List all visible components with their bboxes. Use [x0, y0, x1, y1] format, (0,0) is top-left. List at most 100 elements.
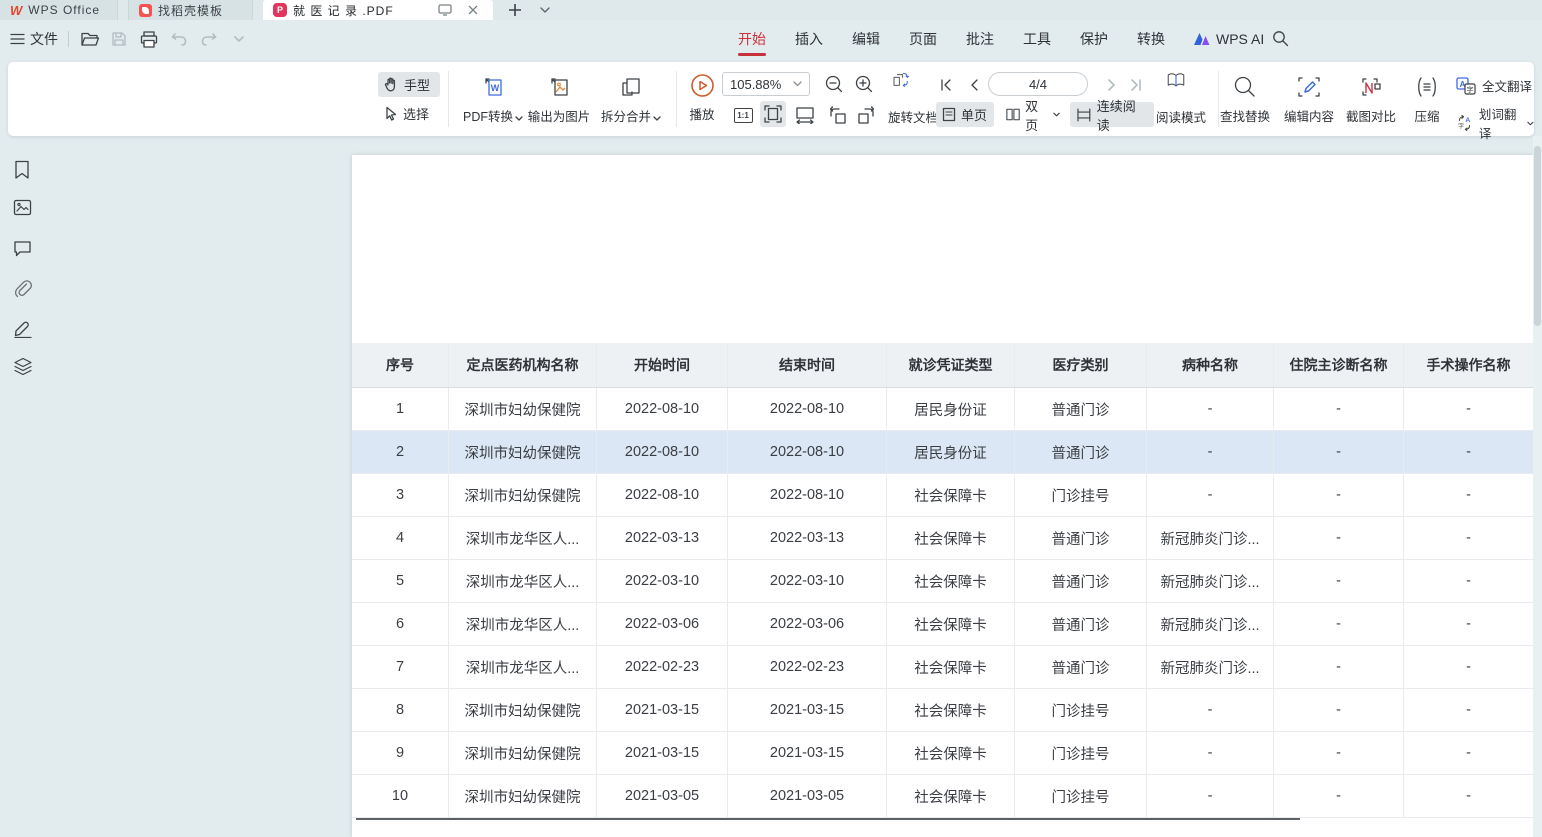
table-header-cell: 手术操作名称: [1404, 343, 1533, 387]
table-cell: 2021-03-05: [597, 775, 728, 817]
wps-ai-label: WPS AI: [1216, 31, 1264, 47]
rotate-document-icon[interactable]: [890, 70, 910, 90]
single-page-button[interactable]: 单页: [936, 102, 994, 127]
menu-item-comment[interactable]: 批注: [966, 20, 994, 58]
table-cell: 2022-08-10: [728, 431, 887, 473]
svg-text:字: 字: [1467, 85, 1474, 94]
split-merge-icon: [592, 74, 670, 100]
table-cell: -: [1274, 732, 1404, 774]
full-translate-button[interactable]: A 字 全文翻译: [1456, 76, 1532, 95]
rotate-right-icon[interactable]: [854, 102, 880, 128]
new-tab-button[interactable]: [505, 0, 525, 20]
vertical-scrollbar[interactable]: [1533, 136, 1542, 837]
double-page-button[interactable]: 双页: [1000, 102, 1066, 127]
chevron-down-icon: [793, 81, 802, 87]
tab-medical-record-pdf[interactable]: P 就 医 记 录 .PDF: [263, 0, 493, 20]
table-cell: -: [1147, 474, 1274, 516]
comment-icon[interactable]: [13, 240, 33, 260]
menu-items: 开始插入编辑页面批注工具保护转换: [738, 20, 1165, 58]
table-cell: -: [1274, 646, 1404, 688]
menu-item-page[interactable]: 页面: [909, 20, 937, 58]
tab-docer-templates[interactable]: 找稻壳模板: [128, 0, 253, 20]
zoom-level-select[interactable]: 105.88%: [722, 72, 810, 96]
table-cell: 2021-03-15: [597, 689, 728, 731]
table-cell: -: [1274, 431, 1404, 473]
tab-wps-office[interactable]: W WPS Office: [0, 0, 118, 20]
page-indicator-input[interactable]: 4/4: [988, 72, 1088, 96]
next-page-icon[interactable]: [1102, 75, 1122, 95]
continuous-read-button[interactable]: 连续阅读: [1070, 102, 1154, 127]
table-cell: 2022-02-23: [597, 646, 728, 688]
table-cell: -: [1404, 646, 1533, 688]
split-merge-button[interactable]: 拆分合并: [592, 74, 670, 125]
table-cell: 2022-08-10: [597, 388, 728, 430]
table-row: 9深圳市妇幼保健院2021-03-152021-03-15社会保障卡门诊挂号--…: [352, 732, 1533, 775]
menu-item-home[interactable]: 开始: [738, 20, 766, 58]
close-tab-icon[interactable]: [463, 0, 483, 20]
zoom-in-icon[interactable]: [854, 74, 874, 94]
redo-icon[interactable]: [199, 29, 219, 49]
tab-list-dropdown-icon[interactable]: [535, 0, 555, 20]
table-cell: 深圳市龙华区人...: [449, 560, 597, 602]
fit-page-icon: [764, 105, 782, 123]
table-cell: -: [1404, 603, 1533, 645]
menu-search-icon[interactable]: [1270, 28, 1290, 48]
previous-page-icon[interactable]: [964, 75, 984, 95]
table-cell: -: [1147, 732, 1274, 774]
fit-page-button[interactable]: [760, 101, 786, 127]
divider: [448, 71, 449, 127]
open-file-icon[interactable]: [79, 29, 99, 49]
thumbnails-icon[interactable]: [13, 199, 33, 219]
pdf-file-icon: P: [273, 3, 287, 17]
table-cell: 社会保障卡: [887, 517, 1015, 559]
bookmark-icon[interactable]: [13, 160, 33, 180]
table-cell: -: [1404, 517, 1533, 559]
compress-button[interactable]: 压缩: [1402, 74, 1452, 125]
edit-content-button[interactable]: 编辑内容: [1278, 74, 1340, 125]
last-page-icon[interactable]: [1126, 75, 1146, 95]
rotate-left-icon[interactable]: [824, 102, 850, 128]
screenshot-compare-button[interactable]: 截图对比: [1340, 74, 1402, 125]
signature-icon[interactable]: [13, 318, 33, 338]
file-menu-label: 文件: [30, 29, 58, 49]
fit-width-button[interactable]: [792, 102, 818, 128]
table-cell: -: [1274, 775, 1404, 817]
table-cell: 6: [352, 603, 449, 645]
print-icon[interactable]: [139, 29, 159, 49]
page-indicator-value: 4/4: [1029, 77, 1047, 92]
full-translate-label: 全文翻译: [1482, 76, 1532, 95]
file-menu-button[interactable]: 文件: [10, 29, 58, 49]
zoom-out-icon[interactable]: [824, 74, 844, 94]
save-icon[interactable]: [109, 29, 129, 49]
table-cell: 普通门诊: [1015, 646, 1147, 688]
pdf-page[interactable]: 序号定点医药机构名称开始时间结束时间就诊凭证类型医疗类别病种名称住院主诊断名称手…: [352, 155, 1533, 837]
undo-icon[interactable]: [169, 29, 189, 49]
undo-redo-dropdown-icon[interactable]: [229, 29, 249, 49]
actual-size-button[interactable]: 1:1: [730, 102, 756, 128]
first-page-icon[interactable]: [936, 75, 956, 95]
hand-tool-button[interactable]: 手型: [378, 72, 440, 97]
menu-item-insert[interactable]: 插入: [795, 20, 823, 58]
export-image-button[interactable]: 输出为图片: [520, 74, 598, 125]
read-mode-icon[interactable]: [1166, 70, 1186, 90]
table-cell: 1: [352, 388, 449, 430]
table-cell: 深圳市妇幼保健院: [449, 474, 597, 516]
screen-share-icon[interactable]: [435, 0, 455, 20]
menu-item-tools[interactable]: 工具: [1023, 20, 1051, 58]
wps-ai-button[interactable]: WPS AI: [1194, 20, 1264, 58]
play-button[interactable]: 播放: [680, 72, 724, 123]
find-replace-button[interactable]: 查找替换: [1214, 74, 1276, 125]
scrollbar-thumb[interactable]: [1534, 146, 1541, 326]
table-cell: 3: [352, 474, 449, 516]
menu-item-convert[interactable]: 转换: [1137, 20, 1165, 58]
menu-item-edit[interactable]: 编辑: [852, 20, 880, 58]
table-cell: -: [1404, 689, 1533, 731]
table-cell: 普通门诊: [1015, 560, 1147, 602]
menu-item-protect[interactable]: 保护: [1080, 20, 1108, 58]
layers-icon[interactable]: [13, 357, 33, 377]
table-header-cell: 住院主诊断名称: [1274, 343, 1404, 387]
table-header-cell: 结束时间: [728, 343, 887, 387]
select-tool-button[interactable]: 选择: [378, 101, 440, 126]
table-row: 7深圳市龙华区人...2022-02-232022-02-23社会保障卡普通门诊…: [352, 646, 1533, 689]
attachment-icon[interactable]: [13, 279, 33, 299]
